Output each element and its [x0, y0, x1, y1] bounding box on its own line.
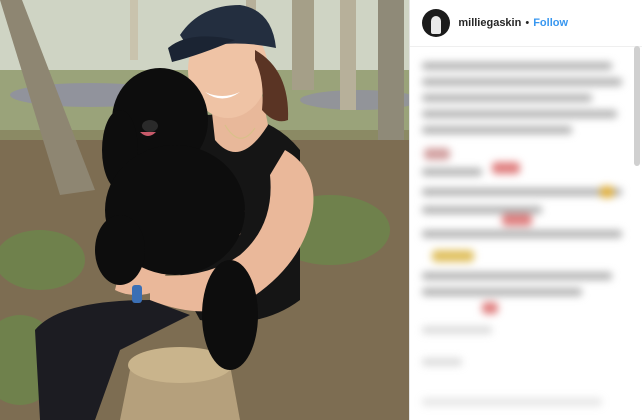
caption-scrollbar[interactable] [634, 46, 640, 166]
post-photo[interactable] [0, 0, 410, 420]
username-link[interactable]: milliegaskin [458, 17, 521, 29]
post-header: milliegaskin • Follow [410, 0, 642, 47]
profile-avatar[interactable] [422, 9, 451, 37]
instagram-post: milliegaskin • Follow [0, 0, 642, 420]
photo-illustration [0, 0, 410, 420]
follow-button[interactable]: Follow [533, 17, 568, 29]
separator-dot: • [525, 17, 530, 29]
post-side-panel: milliegaskin • Follow [409, 0, 642, 420]
blurred-caption-area [422, 58, 630, 418]
